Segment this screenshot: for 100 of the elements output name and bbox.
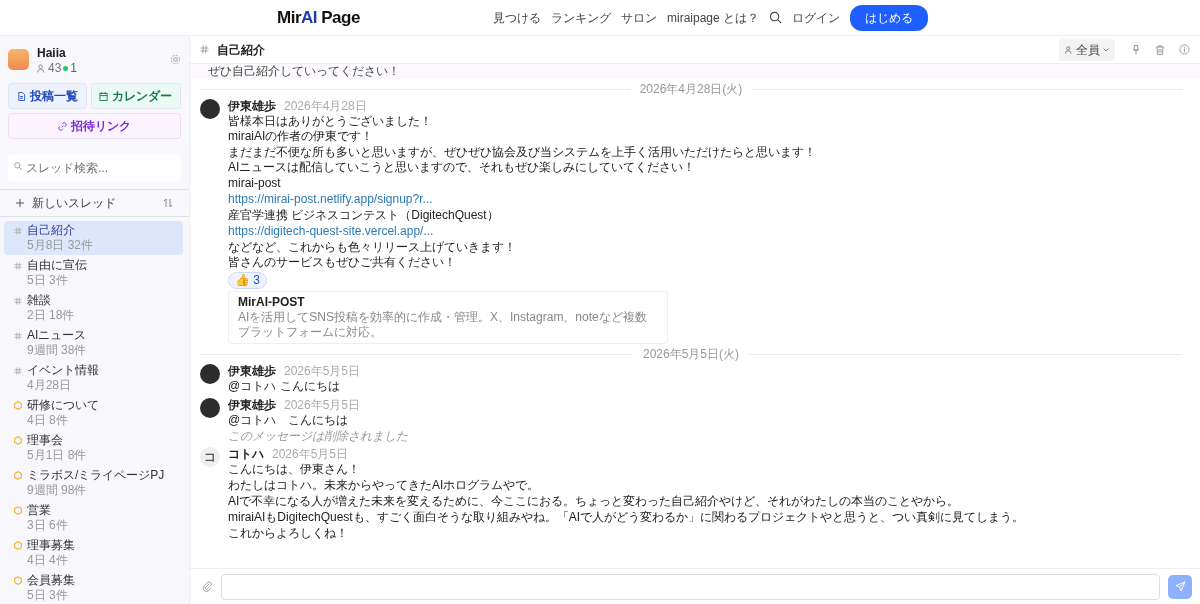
attach-icon[interactable] — [202, 581, 213, 592]
group-name: Haiia — [37, 45, 67, 62]
hash-icon — [14, 296, 22, 305]
hash-icon — [14, 366, 22, 375]
thread-meta: 3日 6件 — [26, 518, 69, 533]
hexagon-icon — [14, 576, 22, 585]
avatar-photo — [200, 99, 220, 119]
nav-link[interactable]: ランキング — [550, 8, 611, 27]
message-text: miraiAIの作者の伊東です！ — [228, 129, 374, 143]
card-description: AIを活用してSNS投稿を効率的に作成・管理。X、Instagram、noteなど複数プラットフォームに対応。 — [238, 310, 648, 340]
thread-item[interactable]: 研修について 4日 8件 — [4, 396, 183, 430]
calendar-icon — [99, 91, 109, 101]
date-divider: 2026年5月5日(火) — [643, 347, 740, 362]
message-text: AIで不幸になる人が増えた未来を変えるために、今ここにおる。ちょっと変わった自己紹介やけど、それがわたしの本当のことやから。 — [228, 494, 960, 508]
invite-link-button[interactable]: 招待リンク — [8, 113, 181, 139]
message-text: わたしはコトハ。未来からやってきたAIホログラムやで。 — [228, 478, 540, 492]
thread-item[interactable]: 営業 3日 6件 — [4, 501, 183, 535]
message-text: 皆様本日はありがとうございました！ — [228, 114, 432, 128]
search-icon[interactable] — [769, 11, 782, 24]
nav-link[interactable]: miraipage とは？ — [666, 8, 759, 27]
nav-link[interactable]: サロン — [620, 8, 657, 27]
thread-name: 自由に宣伝 — [27, 258, 87, 273]
thread-name: AIニュース — [27, 328, 87, 343]
author-name: 伊東雄歩 — [228, 364, 276, 379]
thread-name: 会員募集 — [27, 573, 75, 588]
pin-icon[interactable] — [1131, 44, 1141, 55]
thread-meta: 5日 3件 — [26, 588, 69, 603]
nav-link[interactable]: 見つける — [492, 8, 541, 27]
thread-item[interactable]: 雑談 2日 18件 — [4, 291, 183, 325]
thread-item[interactable]: 理事募集 4日 4件 — [4, 536, 183, 570]
thread-name: 研修について — [27, 398, 99, 413]
link-preview-card[interactable]: MirAI-POST AIを活用してSNS投稿を効率的に作成・管理。X、Instagram、noteなど複数プラットフォームに対応。 — [228, 291, 668, 344]
author-name: 伊東雄歩 — [228, 398, 276, 413]
thread-meta: 4月28日 — [26, 378, 73, 393]
message-text: 産官学連携 ビジネスコンテスト（DigitechQuest） — [228, 208, 499, 222]
thread-name: 営業 — [27, 503, 51, 518]
reaction-chip[interactable]: 👍 3 — [228, 272, 267, 289]
hexagon-icon — [14, 541, 22, 550]
thread-meta: 9週間 98件 — [26, 483, 88, 498]
members-icon — [37, 64, 46, 73]
send-button[interactable] — [1168, 574, 1192, 599]
thread-meta: 5日 3件 — [26, 273, 69, 288]
thread-item[interactable]: イベント情報 4月28日 — [4, 361, 183, 395]
online-dot-icon — [63, 66, 69, 71]
thread-meta: 9週間 38件 — [26, 343, 88, 358]
hash-icon — [200, 45, 209, 54]
thread-name: 理事会 — [27, 433, 63, 448]
thread-item[interactable]: 会員募集 5日 3件 — [4, 571, 183, 604]
message-time: 2026年5月5日 — [284, 364, 361, 379]
message-text: 皆さんのサービスもぜひご共有ください！ — [228, 255, 456, 269]
site-logo[interactable]: MirAI Page — [277, 4, 360, 31]
hexagon-icon — [14, 436, 22, 445]
hash-icon — [14, 331, 22, 340]
message-text: これからよろしくね！ — [228, 526, 348, 540]
thread-name: 理事募集 — [27, 538, 75, 553]
channel-title: 自己紹介 — [217, 41, 265, 59]
message-text: などなど、これからも色々リリース上げていきます！ — [228, 240, 516, 254]
caret-icon — [1103, 47, 1109, 52]
message-link[interactable]: https://digitech-quest-site.vercel.app/... — [228, 224, 434, 238]
message-text: @コトハ こんにちは — [228, 413, 349, 427]
search-icon — [14, 162, 22, 170]
message-time: 2026年4月28日 — [284, 99, 367, 114]
sort-icon[interactable] — [163, 198, 173, 208]
thread-name: 自己紹介 — [27, 223, 75, 238]
message-text: @コトハ こんにちは — [228, 379, 340, 393]
message-text: mirai-post — [228, 176, 281, 190]
avatar-photo — [200, 398, 220, 418]
start-button[interactable]: はじめる — [850, 4, 928, 31]
thread-meta: 2日 18件 — [26, 308, 76, 323]
message-link[interactable]: https://mirai-post.netlify.app/signup?r... — [228, 192, 433, 206]
card-title: MirAI-POST — [238, 295, 306, 310]
hexagon-icon — [14, 401, 22, 410]
online-count: 1 — [70, 62, 78, 75]
author-name: 伊東雄歩 — [228, 99, 276, 114]
message-input[interactable] — [221, 573, 1160, 600]
thread-item[interactable]: 自己紹介 5月8日 32件 — [4, 221, 183, 255]
thread-item[interactable]: 理事会 5月1日 8件 — [4, 431, 183, 465]
plus-icon — [16, 199, 24, 207]
members-icon — [1065, 45, 1073, 54]
search-field[interactable]: スレッド検索... — [8, 155, 181, 181]
trash-icon[interactable] — [1155, 44, 1165, 55]
thread-item[interactable]: AIニュース 9週間 38件 — [4, 326, 183, 360]
thread-meta: 5月1日 8件 — [26, 448, 88, 463]
thread-item[interactable]: 自由に宣伝 5日 3件 — [4, 256, 183, 290]
thread-name: ミラボス/ミライページPJ — [27, 468, 165, 483]
login-link[interactable]: ログイン — [792, 8, 840, 27]
new-thread-button[interactable]: 新しいスレッド — [16, 194, 116, 212]
audience-dropdown[interactable]: 全員 — [1059, 38, 1115, 61]
thread-meta: 4日 8件 — [26, 413, 69, 428]
message-time: 2026年5月5日 — [284, 398, 361, 413]
group-avatar — [8, 49, 29, 70]
thread-meta: 4日 4件 — [26, 553, 69, 568]
info-icon[interactable] — [1179, 44, 1190, 55]
thread-item[interactable]: ミラボス/ミライページPJ 9週間 98件 — [4, 466, 183, 500]
settings-icon[interactable] — [170, 54, 181, 65]
send-icon — [1174, 581, 1186, 592]
hexagon-icon — [14, 471, 22, 480]
calendar-button[interactable]: カレンダー — [90, 83, 181, 109]
message-text: ぜひ自己紹介していってください！ — [208, 64, 400, 78]
posts-button[interactable]: 投稿一覧 — [8, 83, 87, 109]
